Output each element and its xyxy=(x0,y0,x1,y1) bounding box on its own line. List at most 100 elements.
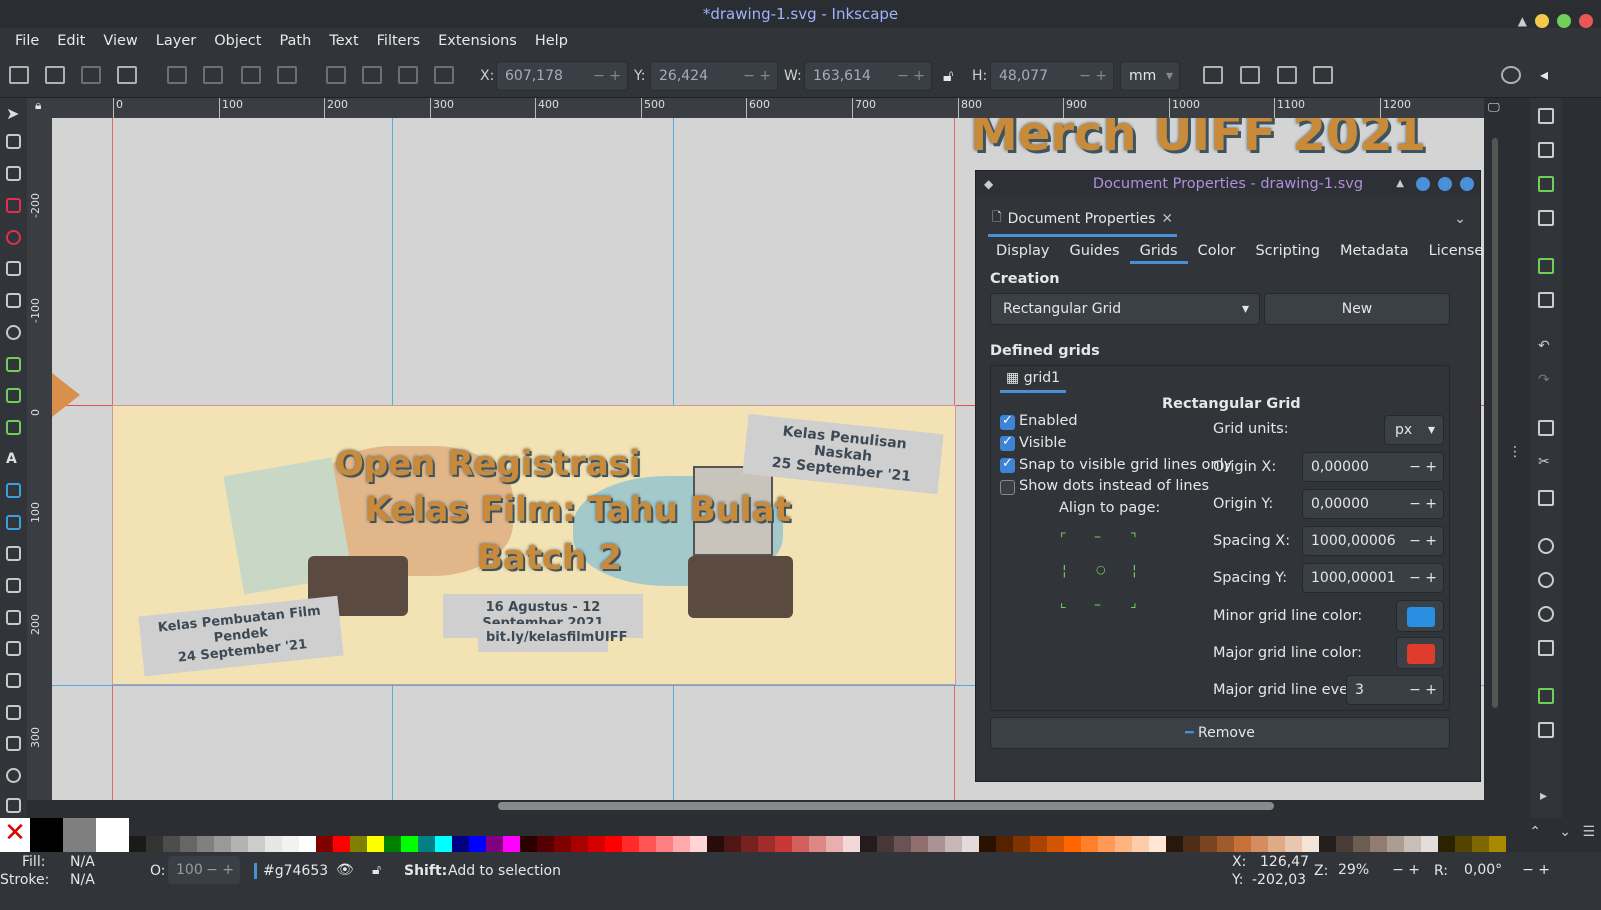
palette-swatch[interactable] xyxy=(877,836,894,852)
palette-swatch[interactable] xyxy=(639,836,656,852)
lower-icon[interactable] xyxy=(398,66,418,84)
raise-icon[interactable] xyxy=(362,66,382,84)
spray-tool-icon[interactable] xyxy=(6,641,21,656)
eraser-tool-icon[interactable] xyxy=(6,673,21,688)
spacing-y-stepper-icon[interactable]: − + xyxy=(1409,564,1437,592)
open-icon[interactable] xyxy=(1538,142,1554,158)
layer-indicator[interactable]: #g74653 xyxy=(254,863,328,879)
close-tab-icon[interactable]: ✕ xyxy=(1161,211,1173,227)
palette-swatch[interactable] xyxy=(1030,836,1047,852)
zoom-page-icon[interactable] xyxy=(1538,606,1554,622)
dropper-tool-icon[interactable] xyxy=(6,546,21,561)
paint-bucket-tool-icon[interactable] xyxy=(6,578,21,593)
palette-swatch[interactable] xyxy=(1132,836,1149,852)
align-right-icon[interactable]: ¦ xyxy=(1132,563,1137,579)
palette-swatch[interactable] xyxy=(214,836,231,852)
star-tool-icon[interactable] xyxy=(6,261,21,276)
origin-x-input[interactable]: 0,00000 − + xyxy=(1302,452,1444,482)
tab-guides[interactable]: Guides xyxy=(1059,241,1129,264)
palette-swatch[interactable] xyxy=(860,836,877,852)
zoom-input[interactable]: 29% − + xyxy=(1332,856,1424,884)
banner-artwork[interactable]: Open Registrasi Kelas Film: Tahu Bulat B… xyxy=(112,405,956,685)
snap-toggle-icon[interactable] xyxy=(1501,66,1521,84)
menu-file[interactable]: File xyxy=(6,33,48,49)
canvas-h-scrollbar[interactable] xyxy=(498,802,1274,810)
palette-swatch[interactable] xyxy=(554,836,571,852)
dialog-maximize-button[interactable] xyxy=(1438,177,1452,191)
palette-swatch[interactable] xyxy=(299,836,316,852)
opacity-input[interactable]: 100− + xyxy=(168,856,240,884)
opacity-stepper-icon[interactable]: − + xyxy=(206,856,234,884)
zoom-stepper-icon[interactable]: − + xyxy=(1392,856,1420,884)
save-icon[interactable] xyxy=(1538,176,1554,192)
node-tool-icon[interactable] xyxy=(6,134,21,149)
h-stepper-icon[interactable]: − + xyxy=(1079,62,1107,90)
dock-scrollbar[interactable] xyxy=(1492,138,1498,708)
merch-title-text[interactable]: Merch UIFF 2021 xyxy=(970,118,1426,162)
export-icon[interactable] xyxy=(1538,292,1554,308)
move-patterns-icon[interactable] xyxy=(1313,66,1333,84)
palette-down-icon[interactable]: ⌄ xyxy=(1559,824,1571,840)
rotate-cw-icon[interactable] xyxy=(203,66,223,84)
palette-swatch[interactable] xyxy=(707,836,724,852)
tab-license[interactable]: License xyxy=(1419,241,1494,264)
new-grid-button[interactable]: New xyxy=(1264,293,1450,325)
new-document-icon[interactable] xyxy=(1538,108,1554,124)
menu-filters[interactable]: Filters xyxy=(368,33,429,49)
align-top-right-icon[interactable]: ⌝ xyxy=(1130,531,1137,547)
expand-right-icon[interactable]: ▸ xyxy=(1540,788,1547,804)
menu-extensions[interactable]: Extensions xyxy=(429,33,526,49)
lock-ratio-icon[interactable]: 🔓︎ xyxy=(943,66,953,86)
undo-icon[interactable]: ↶ xyxy=(1538,338,1550,354)
palette-swatch[interactable] xyxy=(1200,836,1217,852)
rectangle-tool-icon[interactable] xyxy=(6,198,21,213)
touch-select-icon[interactable] xyxy=(117,66,137,84)
palette-swatch[interactable] xyxy=(96,818,129,852)
zoom-selection-icon[interactable] xyxy=(1538,538,1554,554)
palette-swatch[interactable] xyxy=(571,836,588,852)
palette-swatch[interactable] xyxy=(146,836,163,852)
palette-swatch[interactable] xyxy=(673,836,690,852)
palette-swatch[interactable] xyxy=(401,836,418,852)
gradient-tool-icon[interactable] xyxy=(6,483,21,498)
move-gradients-icon[interactable] xyxy=(1277,66,1297,84)
palette-swatch[interactable] xyxy=(1336,836,1353,852)
fill-value[interactable]: N/A xyxy=(70,854,95,870)
palette-swatch[interactable] xyxy=(520,836,537,852)
palette-swatch[interactable] xyxy=(384,836,401,852)
menu-path[interactable]: Path xyxy=(270,33,320,49)
more-icon[interactable]: ⋮ xyxy=(1508,444,1522,460)
lock-icon[interactable]: 🔓︎ xyxy=(372,862,381,878)
pages-tool-icon[interactable] xyxy=(6,798,21,813)
palette-swatch[interactable] xyxy=(1438,836,1455,852)
spacing-x-stepper-icon[interactable]: − + xyxy=(1409,527,1437,555)
snap-visible-checkbox[interactable] xyxy=(1000,456,1015,473)
align-bottom-right-icon[interactable]: ⌟ xyxy=(1130,595,1137,611)
palette-swatch[interactable] xyxy=(248,836,265,852)
menu-layer[interactable]: Layer xyxy=(147,33,205,49)
origin-y-input[interactable]: 0,00000 − + xyxy=(1302,489,1444,519)
palette-swatch[interactable] xyxy=(1387,836,1404,852)
scale-stroke-icon[interactable] xyxy=(1203,66,1223,84)
display-mode-icon[interactable]: 🖵︎ xyxy=(1488,100,1500,115)
dots-checkbox[interactable] xyxy=(1000,480,1015,495)
palette-swatch[interactable] xyxy=(1353,836,1370,852)
palette-swatch[interactable] xyxy=(1149,836,1166,852)
menu-edit[interactable]: Edit xyxy=(48,33,94,49)
palette-swatch[interactable] xyxy=(503,836,520,852)
tweak-2-tool-icon[interactable] xyxy=(6,610,21,625)
dialog-up-icon[interactable]: ▲ xyxy=(1396,171,1404,197)
select-all-layers-icon[interactable] xyxy=(45,66,65,84)
palette-swatch[interactable] xyxy=(1489,836,1506,852)
duplicate-icon[interactable] xyxy=(1538,688,1554,704)
rotation-input[interactable]: 0,00° − + xyxy=(1454,856,1554,884)
raise-to-top-icon[interactable] xyxy=(326,66,346,84)
maximize-button[interactable] xyxy=(1557,14,1571,28)
x-field[interactable]: 607,178 − + xyxy=(496,61,628,91)
tab-scripting[interactable]: Scripting xyxy=(1245,241,1329,264)
3d-box-tool-icon[interactable] xyxy=(6,293,21,308)
redo-icon[interactable]: ↷ xyxy=(1538,372,1550,388)
expand-commands-icon[interactable]: ◂ xyxy=(1540,65,1548,84)
palette-swatch[interactable] xyxy=(1115,836,1132,852)
palette-swatch[interactable] xyxy=(894,836,911,852)
